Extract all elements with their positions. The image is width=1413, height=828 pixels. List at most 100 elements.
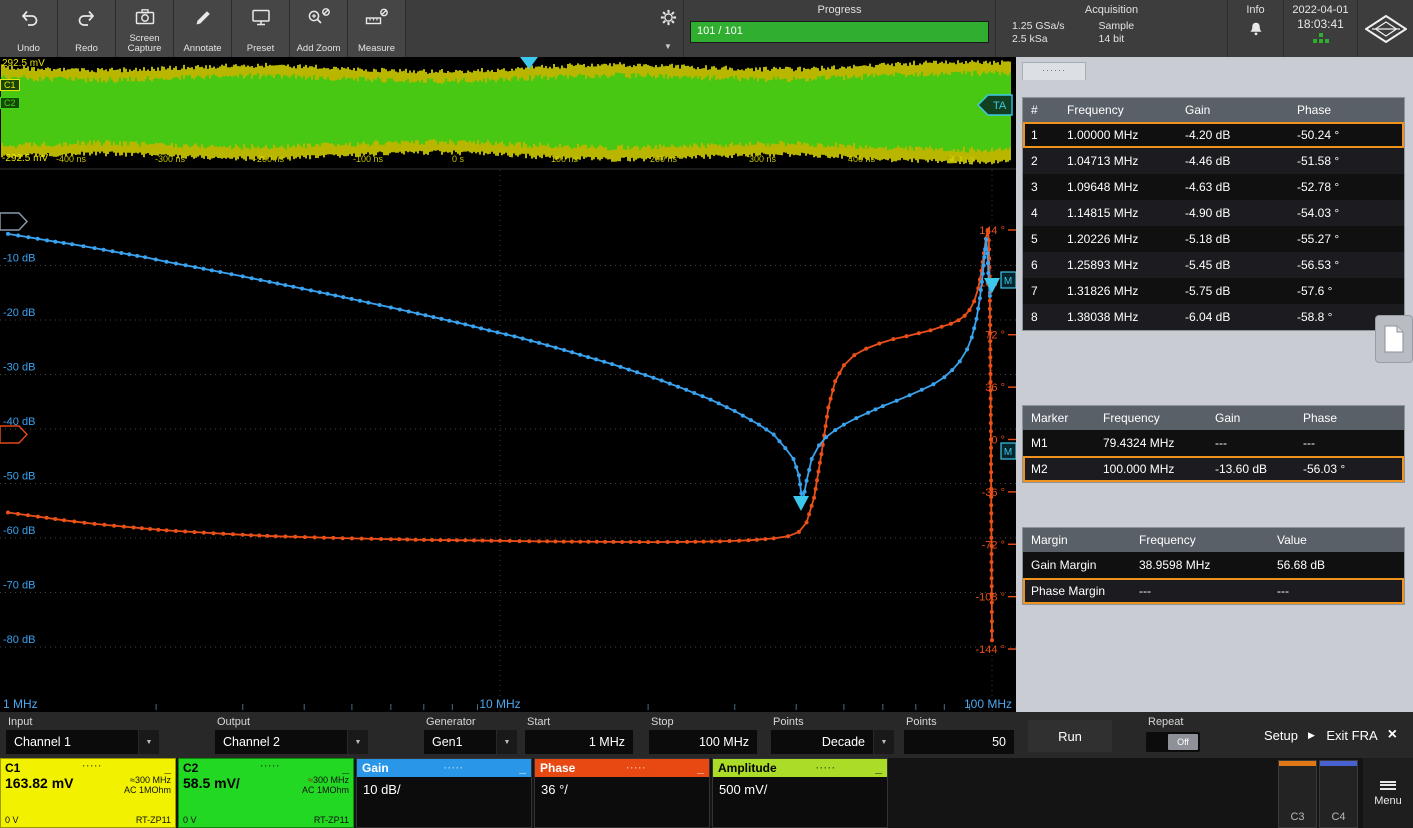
progress-bar: 101 / 101 (690, 21, 989, 43)
phase-reference-tag (0, 426, 27, 443)
channel2-signal-box[interactable]: C2 ····· _ 58.5 mV/ ≈300 MHz AC 1MOhm 0 … (178, 758, 354, 828)
table-cell: -5.18 dB (1177, 226, 1289, 252)
table-cell: -51.58 ° (1289, 148, 1404, 174)
table-cell: 1.00000 MHz (1059, 122, 1177, 148)
table-row[interactable]: 51.20226 MHz-5.18 dB-55.27 ° (1023, 226, 1404, 252)
channel-tag-c2[interactable]: C2 (0, 97, 20, 109)
table-cell: M2 (1023, 456, 1095, 482)
table-cell: --- (1269, 578, 1404, 604)
run-button[interactable]: Run (1028, 720, 1112, 752)
table-row[interactable]: 11.00000 MHz-4.20 dB-50.24 ° (1023, 122, 1404, 148)
minimize-icon[interactable]: _ (342, 761, 349, 775)
settings-gear-button[interactable]: ▼ (653, 0, 683, 57)
svg-text:10 MHz: 10 MHz (479, 697, 520, 711)
stop-frequency-input[interactable]: 100 MHz (649, 730, 757, 754)
table-row[interactable]: 21.04713 MHz-4.46 dB-51.58 ° (1023, 148, 1404, 174)
gain-signal-box[interactable]: Gain ····· _ 10 dB/ (356, 758, 532, 828)
fra-control-bar: Input Channel 1 ▼ Output Channel 2 ▼ Gen… (0, 712, 1413, 758)
points-count-input[interactable]: 50 (904, 730, 1014, 754)
undo-button[interactable]: Undo (0, 0, 58, 57)
menu-button[interactable]: Menu (1363, 758, 1413, 828)
acquisition-panel[interactable]: Acquisition 1.25 GSa/s 2.5 kSa Sample 14… (995, 0, 1227, 57)
phase-signal-box[interactable]: Phase ····· _ 36 °/ (534, 758, 710, 828)
column-header: Phase (1289, 98, 1404, 122)
table-row[interactable]: 81.38038 MHz-6.04 dB-58.8 ° (1023, 304, 1404, 330)
time-axis-label: -200 ns (254, 154, 284, 164)
report-document-button[interactable] (1375, 315, 1413, 363)
datetime-panel[interactable]: 2022-04-01 18:03:41 (1283, 0, 1357, 57)
acquisition-title: Acquisition (1002, 4, 1221, 16)
time-axis-label: -400 ns (56, 154, 86, 164)
svg-text:144 °: 144 ° (979, 225, 1005, 237)
minimize-icon[interactable]: _ (697, 761, 704, 775)
field-label: Stop (651, 716, 757, 728)
annotate-button[interactable]: Annotate (174, 0, 232, 57)
camera-icon (134, 6, 156, 28)
dropdown-arrow-icon[interactable]: ▼ (874, 730, 894, 754)
redo-icon (76, 6, 98, 28)
amplitude-signal-box[interactable]: Amplitude ····· _ 500 mV/ (712, 758, 888, 828)
table-cell: --- (1295, 430, 1404, 456)
fra-field-generator: Generator Gen1 ▼ (424, 712, 517, 758)
channel-tag-c1[interactable]: C1 (0, 79, 20, 91)
setup-button[interactable]: Setup ▶ (1264, 712, 1315, 758)
redo-label: Redo (75, 44, 98, 54)
table-cell: -5.45 dB (1177, 252, 1289, 278)
measure-button[interactable]: Measure (348, 0, 406, 57)
svg-text:-70 dB: -70 dB (3, 580, 35, 592)
svg-text:72 °: 72 ° (985, 330, 1005, 342)
gain-reference-tag (0, 213, 27, 230)
dropdown-arrow-icon[interactable]: ▼ (348, 730, 368, 754)
bode-plot-canvas: -10 dB-20 dB-30 dB-40 dB-50 dB-60 dB-70 … (0, 170, 1016, 712)
marker-m1-triangle[interactable] (793, 496, 809, 511)
info-panel[interactable]: Info (1227, 0, 1283, 57)
table-row[interactable]: M179.4324 MHz------ (1023, 430, 1404, 456)
bode-plot[interactable]: -10 dB-20 dB-30 dB-40 dB-50 dB-60 dB-70 … (0, 170, 1016, 712)
chevron-down-icon[interactable]: ▼ (664, 42, 672, 51)
redo-button[interactable]: Redo (58, 0, 116, 57)
minimize-icon[interactable]: _ (519, 761, 526, 775)
table-cell: 8 (1023, 304, 1059, 330)
table-cell: 3 (1023, 174, 1059, 200)
table-row[interactable]: 71.31826 MHz-5.75 dB-57.6 ° (1023, 278, 1404, 304)
preset-button[interactable]: Preset (232, 0, 290, 57)
channel4-box[interactable]: C4 (1319, 760, 1358, 828)
acquisition-waveform-strip[interactable]: TA 292.5 mV -292.5 mV C1 C2 -400 ns-300 … (0, 57, 1016, 168)
output-channel-select[interactable]: Channel 2 (215, 730, 347, 754)
time-axis-label: 300 ns (749, 154, 776, 164)
exit-fra-button[interactable]: Exit FRA × (1326, 712, 1397, 758)
column-header: Frequency (1059, 98, 1177, 122)
channel1-signal-box[interactable]: C1 ····· _ 163.82 mV ≈300 MHz AC 1MOhm 0… (0, 758, 176, 828)
table-row[interactable]: 31.09648 MHz-4.63 dB-52.78 ° (1023, 174, 1404, 200)
points-mode-select[interactable]: Decade (771, 730, 873, 754)
table-row[interactable]: M2100.000 MHz-13.60 dB-56.03 ° (1023, 456, 1404, 482)
table-row[interactable]: 41.14815 MHz-4.90 dB-54.03 ° (1023, 200, 1404, 226)
offset-value: 0 V (183, 815, 197, 825)
channel3-label: C3 (1279, 811, 1316, 823)
input-channel-select[interactable]: Channel 1 (6, 730, 138, 754)
minimize-icon[interactable]: _ (164, 761, 171, 775)
start-frequency-input[interactable]: 1 MHz (525, 730, 633, 754)
table-cell: -13.60 dB (1207, 456, 1295, 482)
table-row[interactable]: 61.25893 MHz-5.45 dB-56.53 ° (1023, 252, 1404, 278)
add-zoom-button[interactable]: Add Zoom (290, 0, 348, 57)
field-label: Output (217, 716, 368, 728)
screen-capture-button[interactable]: Screen Capture (116, 0, 174, 57)
dropdown-arrow-icon[interactable]: ▼ (497, 730, 517, 754)
date-value: 2022-04-01 (1290, 4, 1351, 16)
table-row[interactable]: Gain Margin38.9598 MHz56.68 dB (1023, 552, 1404, 578)
channel3-box[interactable]: C3 (1278, 760, 1317, 828)
svg-text:-80 dB: -80 dB (3, 634, 35, 646)
panel-tab[interactable]: ······ (1022, 62, 1086, 80)
dropdown-arrow-icon[interactable]: ▼ (139, 730, 159, 754)
bandwidth-value: 300 MHz (313, 775, 349, 785)
results-side-panel: ······ #FrequencyGainPhase11.00000 MHz-4… (1016, 57, 1413, 712)
minimize-icon[interactable]: _ (875, 761, 882, 775)
offset-value: 0 V (5, 815, 19, 825)
notification-bell-icon[interactable] (1246, 19, 1266, 41)
generator-select[interactable]: Gen1 (424, 730, 496, 754)
table-row[interactable]: Phase Margin------ (1023, 578, 1404, 604)
table-cell: Phase Margin (1023, 578, 1131, 604)
repeat-toggle[interactable]: Off (1146, 732, 1200, 752)
rohde-schwarz-logo-icon (1365, 15, 1407, 43)
